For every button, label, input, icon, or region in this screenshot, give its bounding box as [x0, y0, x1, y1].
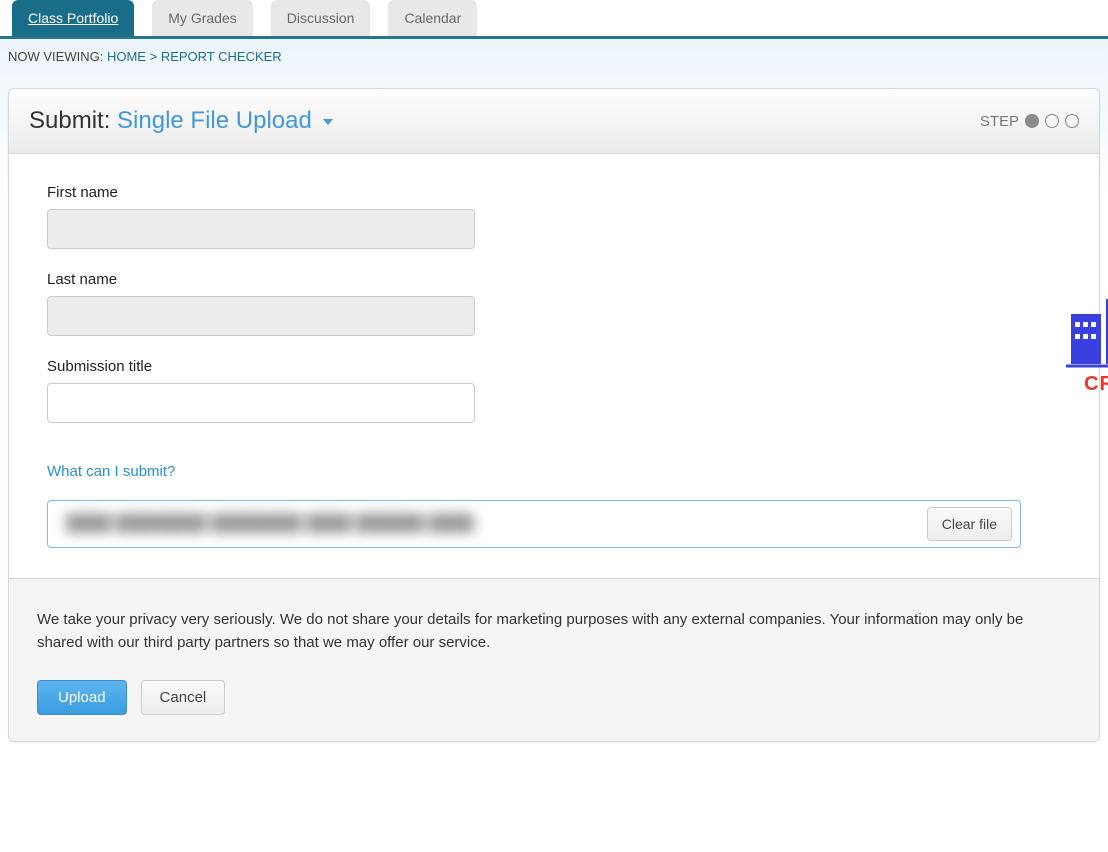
logo-text-1: CREATIVE — [1084, 373, 1108, 395]
file-name-area: ████ ████████ ████████ ████ ██████ ████ — [48, 501, 919, 547]
cancel-button[interactable]: Cancel — [141, 680, 226, 715]
step-dot-2 — [1045, 114, 1059, 128]
tab-class-portfolio[interactable]: Class Portfolio — [12, 0, 134, 36]
creative-savants-logo: CREATIVE SAVANTS — [1061, 184, 1108, 404]
panel-footer: We take your privacy very seriously. We … — [9, 578, 1099, 741]
first-name-group: First name — [47, 184, 1021, 249]
upload-mode-label: Single File Upload — [117, 107, 312, 134]
panel-title-prefix: Submit: — [29, 107, 110, 134]
logo-area: CREATIVE SAVANTS — [1061, 184, 1108, 548]
button-row: Upload Cancel — [37, 680, 1071, 715]
breadcrumb-sep: > — [150, 49, 158, 64]
last-name-input[interactable] — [47, 296, 475, 336]
file-row: ████ ████████ ████████ ████ ██████ ████ … — [47, 500, 1021, 548]
form-area: First name Last name Submission title Wh… — [9, 154, 1099, 578]
breadcrumb: NOW VIEWING: HOME > REPORT CHECKER — [0, 39, 1108, 78]
submission-title-input[interactable] — [47, 383, 475, 423]
submit-panel: Submit: Single File Upload STEP First na… — [8, 88, 1100, 742]
svg-text:CREATIVE: CREATIVE SAVANTS — [1084, 373, 1108, 395]
submission-title-label: Submission title — [47, 358, 1021, 375]
step-dot-1 — [1025, 114, 1039, 128]
step-dot-3 — [1065, 114, 1079, 128]
panel-header: Submit: Single File Upload STEP — [9, 89, 1099, 154]
tab-my-grades[interactable]: My Grades — [152, 0, 252, 36]
file-name-text: ████ ████████ ████████ ████ ██████ ████ — [66, 515, 474, 532]
submission-title-group: Submission title — [47, 358, 1021, 423]
nav-tabs: Class Portfolio My Grades Discussion Cal… — [0, 0, 1108, 39]
breadcrumb-home[interactable]: HOME — [107, 49, 146, 64]
step-indicator: STEP — [980, 113, 1079, 130]
upload-mode-dropdown[interactable]: Single File Upload — [117, 107, 332, 134]
first-name-label: First name — [47, 184, 1021, 201]
breadcrumb-prefix: NOW VIEWING: — [8, 49, 103, 64]
clear-file-button[interactable]: Clear file — [927, 507, 1012, 541]
privacy-text: We take your privacy very seriously. We … — [37, 609, 1071, 654]
what-can-i-submit-link[interactable]: What can I submit? — [47, 463, 175, 480]
tab-calendar[interactable]: Calendar — [388, 0, 477, 36]
chevron-down-icon — [323, 119, 333, 125]
breadcrumb-current[interactable]: REPORT CHECKER — [161, 49, 282, 64]
last-name-group: Last name — [47, 271, 1021, 336]
upload-button[interactable]: Upload — [37, 680, 127, 715]
form-left: First name Last name Submission title Wh… — [47, 184, 1021, 548]
panel-title: Submit: Single File Upload — [29, 107, 333, 135]
last-name-label: Last name — [47, 271, 1021, 288]
tab-discussion[interactable]: Discussion — [271, 0, 371, 36]
first-name-input[interactable] — [47, 209, 475, 249]
step-label: STEP — [980, 113, 1019, 130]
